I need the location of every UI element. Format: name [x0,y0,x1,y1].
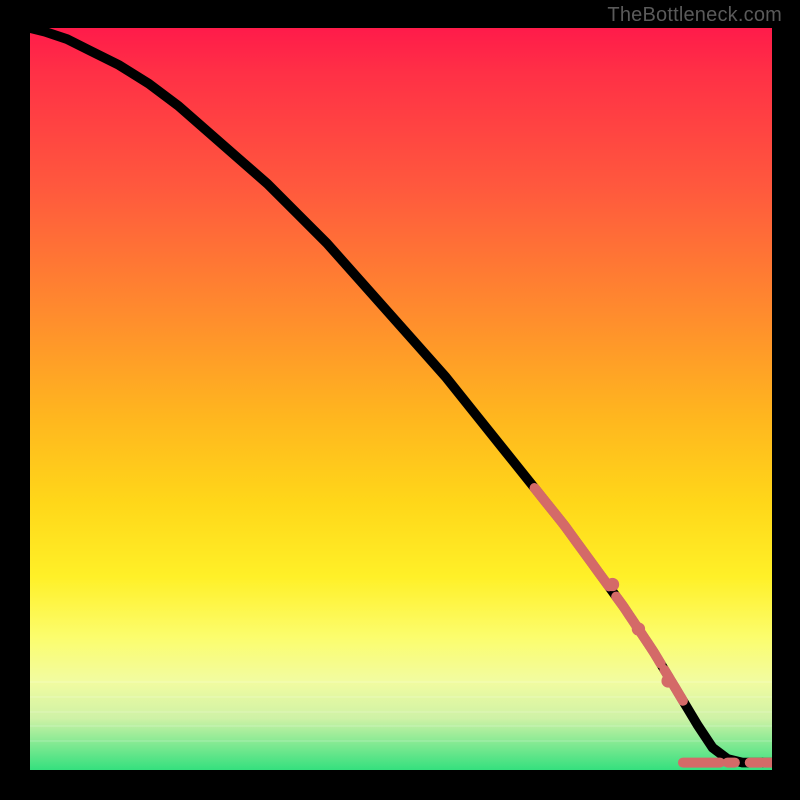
highlight-dot [606,578,619,591]
curve-line [30,28,772,763]
highlight-dot [632,622,645,635]
watermark-text: TheBottleneck.com [607,4,782,27]
plot-area [30,28,772,770]
highlight-dot [661,674,674,687]
chart-svg [30,28,772,770]
highlight-segment [535,488,609,586]
